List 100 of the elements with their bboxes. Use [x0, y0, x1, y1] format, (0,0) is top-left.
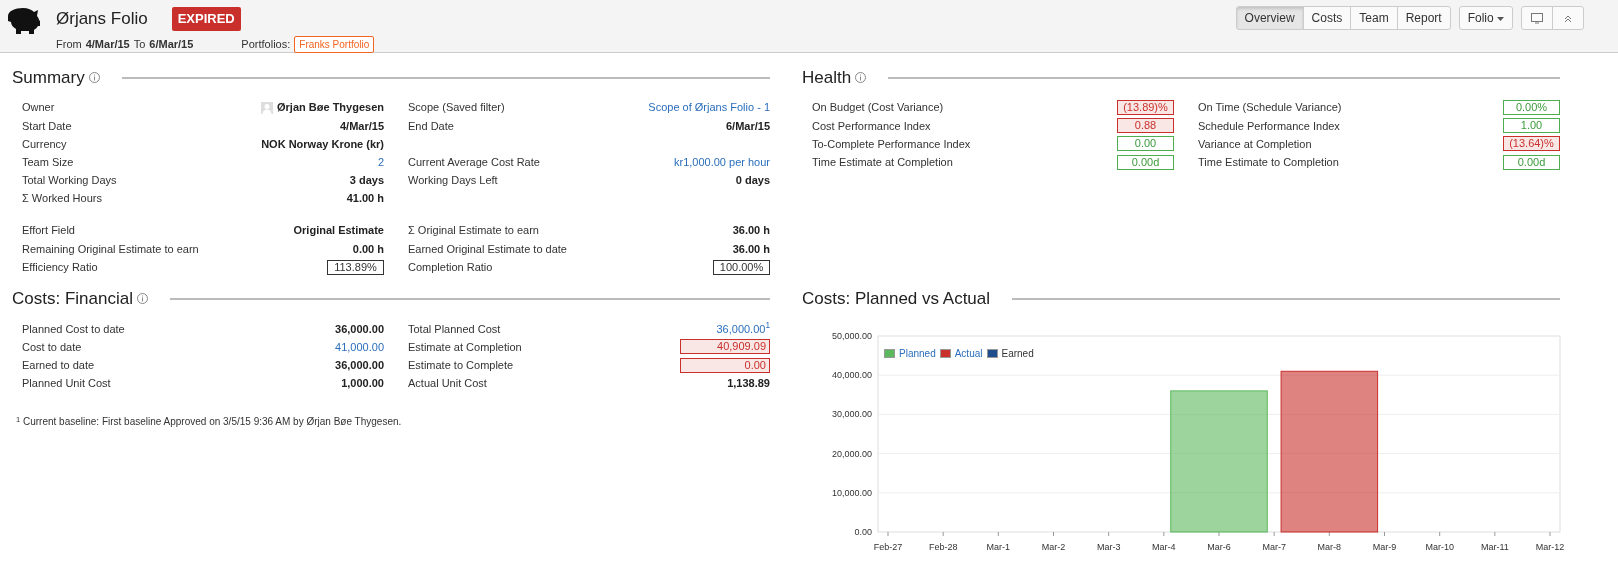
- field-label: Completion Ratio: [408, 259, 493, 275]
- value-text: 36.00 h: [732, 241, 770, 257]
- legend-label[interactable]: Earned: [1001, 345, 1034, 361]
- value-text: 36,000.00: [335, 357, 384, 373]
- field-label: Variance at Completion: [1198, 136, 1312, 152]
- footnote: $^{1}$ Current baseline: First baseline Approved on 3/5/15 9:36 AM by Ørjan Bøe Thygesen.: [15, 414, 403, 430]
- status-badge: EXPIRED: [171, 7, 241, 31]
- value-text: 1,138.89: [727, 376, 770, 392]
- date-label: From: [56, 36, 82, 52]
- info-icon[interactable]: [136, 293, 148, 305]
- field-label: Schedule Performance Index: [1198, 118, 1340, 134]
- value-text: 6/Mar/15: [725, 118, 770, 134]
- field-label: Team Size: [22, 154, 74, 170]
- value-link[interactable]: kr1,000.00 per hour: [674, 153, 770, 171]
- field-label: Cost Performance Index: [812, 118, 931, 134]
- display-button[interactable]: [1521, 6, 1553, 30]
- field-label: Remaining Original Estimate to earn: [22, 241, 199, 257]
- y-tick-label: 20,000.00: [831, 448, 872, 459]
- x-tick-label: Mar-8: [1317, 541, 1342, 552]
- x-tick-label: Mar-11: [1480, 541, 1509, 552]
- x-tick-label: Mar-7: [1262, 541, 1286, 552]
- caret-icon: [1497, 16, 1504, 21]
- field-label: Planned Unit Cost: [22, 376, 111, 392]
- value-text: 100.00%: [713, 259, 770, 275]
- portfolios-label: Portfolios:: [241, 36, 291, 52]
- field-label: Scope (Saved filter): [408, 100, 505, 116]
- date-label: To: [133, 36, 146, 52]
- field-label: Planned Cost to date: [22, 321, 125, 337]
- y-tick-label: 50,000.00: [831, 330, 872, 341]
- field-label: Currency: [22, 136, 67, 152]
- folio-menu-button[interactable]: Folio: [1458, 6, 1513, 30]
- x-tick-label: Mar-3: [1096, 541, 1121, 552]
- value-text: 113.89%: [327, 259, 384, 275]
- info-icon[interactable]: [855, 72, 867, 84]
- value-link[interactable]: Scope of Ørjans Folio - 1: [648, 99, 770, 116]
- value-text: 1,000.00: [341, 376, 384, 392]
- value-text: 40,909.09: [680, 339, 770, 355]
- value-text: 4/Mar/15: [339, 118, 384, 134]
- value-text: 0.00%: [1503, 100, 1560, 116]
- monitor-icon: [1531, 13, 1543, 25]
- section-title: Costs: Financial: [12, 288, 133, 311]
- field-label: Time Estimate to Completion: [1198, 154, 1339, 170]
- value-text: 0.88: [1117, 118, 1174, 134]
- section-title: Costs: Planned vs Actual: [802, 288, 991, 311]
- field-label: Start Date: [22, 118, 72, 134]
- x-tick-label: Mar-12: [1535, 541, 1565, 552]
- field-label: Time Estimate at Completion: [812, 154, 953, 170]
- x-tick-label: Mar-2: [1041, 541, 1066, 552]
- view-tab[interactable]: Team: [1350, 6, 1398, 30]
- x-tick-label: Mar-1: [986, 541, 1011, 552]
- value-text: 3 days: [349, 173, 384, 189]
- field-label: Cost to date: [22, 339, 82, 355]
- x-tick-label: Mar-9: [1372, 541, 1397, 552]
- value-text: 0 days: [735, 173, 770, 189]
- end-date: 6/Mar/15: [149, 36, 194, 52]
- y-tick-label: 10,000.00: [831, 487, 872, 498]
- x-tick-label: Mar-6: [1207, 541, 1231, 552]
- x-tick-label: Feb-27: [873, 541, 903, 552]
- section-title: Summary: [12, 67, 85, 89]
- x-tick-label: Mar-4: [1152, 541, 1176, 552]
- field-label: Estimate at Completion: [408, 339, 522, 355]
- legend-label[interactable]: Actual: [954, 345, 983, 361]
- value-text: NOK Norway Krone (kr): [261, 136, 384, 152]
- field-label: Total Planned Cost: [408, 321, 501, 337]
- section-title: Health: [802, 67, 852, 89]
- start-date: 4/Mar/15: [85, 36, 130, 52]
- value-text: 36.00 h: [732, 223, 770, 239]
- field-label: Total Working Days: [22, 173, 117, 189]
- double-chevron-up-icon: [1564, 14, 1572, 23]
- y-tick-label: 0.00: [854, 526, 872, 537]
- field-label: Estimate to Complete: [408, 357, 514, 373]
- field-label: Σ Worked Hours: [22, 191, 102, 207]
- x-tick-label: Feb-28: [928, 541, 958, 552]
- field-label: Owner: [22, 100, 55, 116]
- value-text: Original Estimate: [293, 223, 384, 239]
- value-link[interactable]: 2: [377, 153, 384, 171]
- field-label: Earned Original Estimate to date: [408, 241, 567, 257]
- value-link[interactable]: 41,000.00: [335, 338, 384, 356]
- value-text: 41.00 h: [346, 191, 384, 207]
- field-label: Actual Unit Cost: [408, 376, 487, 392]
- avatar-icon: [261, 101, 273, 114]
- view-tab[interactable]: Report: [1396, 6, 1451, 30]
- value-link[interactable]: 36,000.00$^{1}$: [716, 320, 770, 338]
- view-tab[interactable]: Overview: [1235, 6, 1304, 30]
- field-label: End Date: [408, 118, 454, 134]
- value-text: 0.00d: [1503, 154, 1560, 170]
- legend-label[interactable]: Planned: [899, 345, 936, 361]
- value-text: 0.00: [680, 357, 770, 373]
- value-text: 0.00: [1117, 136, 1174, 152]
- field-label: Earned to date: [22, 357, 95, 373]
- field-label: Current Average Cost Rate: [408, 154, 540, 170]
- value-text: (13.89)%: [1117, 100, 1174, 116]
- portfolio-tag[interactable]: Franks Portfolio: [294, 35, 375, 53]
- value-text: 0.00d: [1117, 154, 1174, 170]
- field-label: Efficiency Ratio: [22, 259, 98, 275]
- field-label: Effort Field: [22, 223, 75, 239]
- x-tick-label: Mar-10: [1425, 541, 1454, 552]
- view-tab[interactable]: Costs: [1302, 6, 1352, 30]
- owner-name: Ørjan Bøe Thygesen: [277, 100, 384, 116]
- info-icon[interactable]: [88, 72, 100, 84]
